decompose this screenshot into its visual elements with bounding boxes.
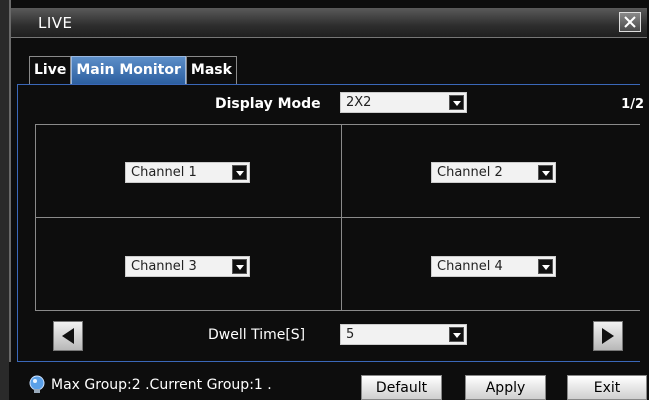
info-bulb-icon bbox=[29, 375, 45, 393]
left-border-strip bbox=[0, 0, 9, 400]
chevron-down-icon bbox=[232, 165, 247, 180]
arrow-right-icon bbox=[602, 328, 614, 344]
channel-1-select[interactable]: Channel 1 bbox=[125, 162, 250, 183]
display-mode-label: Display Mode bbox=[215, 96, 321, 112]
close-icon bbox=[624, 16, 636, 28]
channel-2-value: Channel 2 bbox=[437, 165, 503, 180]
default-button[interactable]: Default bbox=[361, 375, 442, 400]
dwell-time-select[interactable]: 5 bbox=[340, 324, 467, 345]
tab-bar: Live Main Monitor Mask bbox=[29, 56, 237, 84]
next-group-button[interactable] bbox=[593, 321, 623, 351]
channel-2-select[interactable]: Channel 2 bbox=[431, 162, 556, 183]
display-mode-select[interactable]: 2X2 bbox=[340, 92, 467, 113]
channel-3-value: Channel 3 bbox=[131, 259, 197, 274]
chevron-down-icon bbox=[449, 327, 464, 342]
apply-button[interactable]: Apply bbox=[465, 375, 546, 400]
channel-1-value: Channel 1 bbox=[131, 165, 197, 180]
channel-4-select[interactable]: Channel 4 bbox=[431, 256, 556, 277]
channel-4-value: Channel 4 bbox=[437, 259, 503, 274]
window-title: LIVE bbox=[38, 14, 73, 32]
tab-main-monitor[interactable]: Main Monitor bbox=[71, 56, 186, 84]
chevron-down-icon bbox=[538, 165, 553, 180]
page-indicator: 1/2 bbox=[621, 97, 644, 112]
status-text: Max Group:2 .Current Group:1 . bbox=[51, 377, 272, 393]
title-bar: LIVE bbox=[11, 8, 647, 38]
dwell-time-value: 5 bbox=[346, 327, 355, 342]
chevron-down-icon bbox=[232, 259, 247, 274]
tab-live[interactable]: Live bbox=[29, 56, 72, 84]
arrow-left-icon bbox=[62, 328, 74, 344]
chevron-down-icon bbox=[538, 259, 553, 274]
dwell-time-label: Dwell Time[S] bbox=[208, 327, 306, 343]
previous-group-button[interactable] bbox=[53, 321, 83, 351]
exit-button[interactable]: Exit bbox=[567, 375, 647, 400]
display-mode-value: 2X2 bbox=[346, 95, 372, 110]
tab-mask[interactable]: Mask bbox=[185, 56, 237, 84]
chevron-down-icon bbox=[449, 95, 464, 110]
close-button[interactable] bbox=[619, 12, 641, 32]
grid-divider-horizontal bbox=[35, 217, 640, 218]
channel-3-select[interactable]: Channel 3 bbox=[125, 256, 250, 277]
